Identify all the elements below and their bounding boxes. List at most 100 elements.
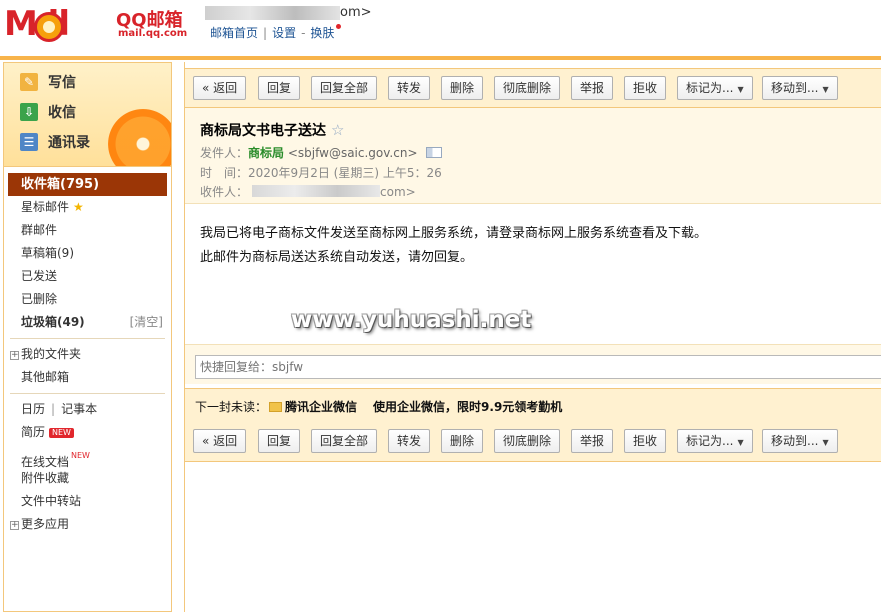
star-outline-icon[interactable]: ☆ xyxy=(331,121,344,139)
calendar-notes-row: 日历 | 记事本 xyxy=(4,398,171,421)
move-to-label: 移动到... xyxy=(771,81,819,95)
folder-spam-label: 垃圾箱(49) xyxy=(21,315,85,329)
header-links: 邮箱首页 | 设置 - 换肤 xyxy=(210,24,342,41)
main-content: « 返回 回复 回复全部 转发 删除 彻底删除 举报 拒收 标记为... ▼ 移动… xyxy=(184,62,881,612)
calendar-link[interactable]: 日历 xyxy=(21,402,45,416)
folder-starred-label: 星标邮件 xyxy=(21,200,70,214)
folder-drafts[interactable]: 草稿箱(9) xyxy=(4,242,171,265)
top-header: M il QQ邮箱 mail.qq.com om> 邮箱首页|设置-换肤 xyxy=(0,0,881,60)
time-label: 时 间： xyxy=(200,166,249,180)
folder-starred[interactable]: 星标邮件 ★ xyxy=(4,196,171,219)
body-line: 此邮件为商标局送达系统自动发送，请勿回复。 xyxy=(200,250,474,265)
message-body: 我局已将电子商标文件发送至商标网上服务系统，请登录商标网上服务系统查看及下载。 … xyxy=(200,222,707,270)
subject-text: 商标局文书电子送达 xyxy=(200,123,326,139)
toolbar-bottom: « 返回 回复 回复全部 转发 删除 彻底删除 举报 拒收 标记为... ▼ 移动… xyxy=(185,422,881,462)
chevron-down-icon: ▼ xyxy=(822,85,829,94)
change-skin-link[interactable]: 换肤 xyxy=(310,26,334,40)
quick-reply-input[interactable] xyxy=(195,355,881,379)
app-attachments[interactable]: 附件收藏 xyxy=(4,467,171,490)
forward-button[interactable]: 转发 xyxy=(388,76,431,100)
app-resume[interactable]: 简历 NEW xyxy=(4,421,171,444)
reply-button[interactable]: 回复 xyxy=(258,429,301,453)
sender-row: 发件人：商标局 <sbjfw@saic.gov.cn> xyxy=(200,144,442,161)
envelope-icon xyxy=(269,402,283,412)
delete-button[interactable]: 删除 xyxy=(441,76,484,100)
resume-label: 简历 xyxy=(21,425,46,439)
mark-as-label: 标记为... xyxy=(686,81,734,95)
chevron-down-icon: ▼ xyxy=(737,85,744,94)
reject-button[interactable]: 拒收 xyxy=(624,429,667,453)
sender-name[interactable]: 商标局 xyxy=(248,146,284,160)
folder-group[interactable]: 群邮件 xyxy=(4,219,171,242)
compose-label: 写信 xyxy=(48,75,76,91)
header-accent-bar xyxy=(0,56,881,60)
expand-icon[interactable]: + xyxy=(10,521,19,530)
folder-spam[interactable]: 垃圾箱(49) [清空] xyxy=(4,311,171,334)
from-label: 发件人： xyxy=(200,146,249,160)
new-badge: NEW xyxy=(49,428,74,438)
reject-button[interactable]: 拒收 xyxy=(624,76,667,100)
next-unread-label: 下一封未读： xyxy=(195,400,268,414)
recipient-suffix: com> xyxy=(380,185,416,199)
logo-domain-text: mail.qq.com xyxy=(118,28,188,39)
next-unread-sender: 腾讯企业微信 xyxy=(285,400,358,414)
more-apps-label: 更多应用 xyxy=(21,517,70,531)
delete-permanently-button[interactable]: 彻底删除 xyxy=(494,76,561,100)
mark-as-dropdown[interactable]: 标记为... ▼ xyxy=(677,76,753,100)
watermark-text: www.yuhuashi.net xyxy=(291,307,532,333)
recipient-row: 收件人： com> xyxy=(200,183,416,200)
download-icon: ⇩ xyxy=(20,103,38,121)
compose-button[interactable]: ✎ 写信 xyxy=(20,71,76,93)
next-unread-info[interactable]: 下一封未读： 腾讯企业微信 使用企业微信，限时9.9元领考勤机 xyxy=(195,398,562,415)
link-divider: | xyxy=(51,402,56,416)
mark-as-label: 标记为... xyxy=(686,434,734,448)
orange-decoration xyxy=(108,109,171,166)
my-folders-label: 我的文件夹 xyxy=(21,347,82,361)
folder-sent[interactable]: 已发送 xyxy=(4,265,171,288)
mailbox-home-link[interactable]: 邮箱首页 xyxy=(210,26,258,40)
quick-actions-panel: ✎ 写信 ⇩ 收信 ☰ 通讯录 xyxy=(4,63,171,167)
app-file-transfer[interactable]: 文件中转站 xyxy=(4,490,171,513)
back-button[interactable]: « 返回 xyxy=(193,76,247,100)
delete-permanently-button[interactable]: 彻底删除 xyxy=(494,429,561,453)
app-online-docs[interactable]: 在线文档 NEW xyxy=(4,444,171,469)
quick-reply-area xyxy=(185,344,881,384)
link-divider: - xyxy=(301,26,306,40)
move-to-label: 移动到... xyxy=(771,434,819,448)
app-more[interactable]: + 更多应用 xyxy=(4,513,171,536)
clear-spam-link[interactable]: [清空] xyxy=(130,311,163,334)
delete-button[interactable]: 删除 xyxy=(441,429,484,453)
folder-deleted[interactable]: 已删除 xyxy=(4,288,171,311)
mark-as-dropdown[interactable]: 标记为... ▼ xyxy=(677,429,753,453)
folder-my-folders[interactable]: + 我的文件夹 xyxy=(4,343,171,366)
toolbar-top: « 返回 回复 回复全部 转发 删除 彻底删除 举报 拒收 标记为... ▼ 移动… xyxy=(185,68,881,108)
forward-button[interactable]: 转发 xyxy=(388,429,431,453)
time-row: 时 间：2020年9月2日 (星期三) 上午5：26 xyxy=(200,164,442,181)
new-dot-icon xyxy=(336,24,342,29)
reply-button[interactable]: 回复 xyxy=(258,76,301,100)
qqmail-logo[interactable]: M il xyxy=(4,4,114,44)
reply-all-button[interactable]: 回复全部 xyxy=(311,429,378,453)
logo-o-icon xyxy=(34,12,64,42)
pencil-icon: ✎ xyxy=(20,73,38,91)
move-to-dropdown[interactable]: 移动到... ▼ xyxy=(762,429,838,453)
contacts-button[interactable]: ☰ 通讯录 xyxy=(20,131,90,153)
receive-label: 收信 xyxy=(48,105,76,121)
report-button[interactable]: 举报 xyxy=(571,76,614,100)
reply-all-button[interactable]: 回复全部 xyxy=(311,76,378,100)
chevron-down-icon: ▼ xyxy=(822,438,829,447)
receive-button[interactable]: ⇩ 收信 xyxy=(20,101,76,123)
folder-inbox[interactable]: 收件箱(795) xyxy=(8,173,167,196)
expand-icon[interactable]: + xyxy=(10,351,19,360)
notes-link[interactable]: 记事本 xyxy=(61,402,97,416)
contacts-label: 通讯录 xyxy=(48,135,90,151)
sender-address: <sbjfw@saic.gov.cn> xyxy=(287,146,418,160)
settings-link[interactable]: 设置 xyxy=(272,26,296,40)
folder-other-mailbox[interactable]: 其他邮箱 xyxy=(4,366,171,389)
next-unread-bar: 下一封未读： 腾讯企业微信 使用企业微信，限时9.9元领考勤机 xyxy=(185,388,881,422)
contact-card-icon[interactable] xyxy=(425,147,442,158)
star-icon: ★ xyxy=(73,200,84,214)
move-to-dropdown[interactable]: 移动到... ▼ xyxy=(762,76,838,100)
report-button[interactable]: 举报 xyxy=(571,429,614,453)
back-button[interactable]: « 返回 xyxy=(193,429,247,453)
